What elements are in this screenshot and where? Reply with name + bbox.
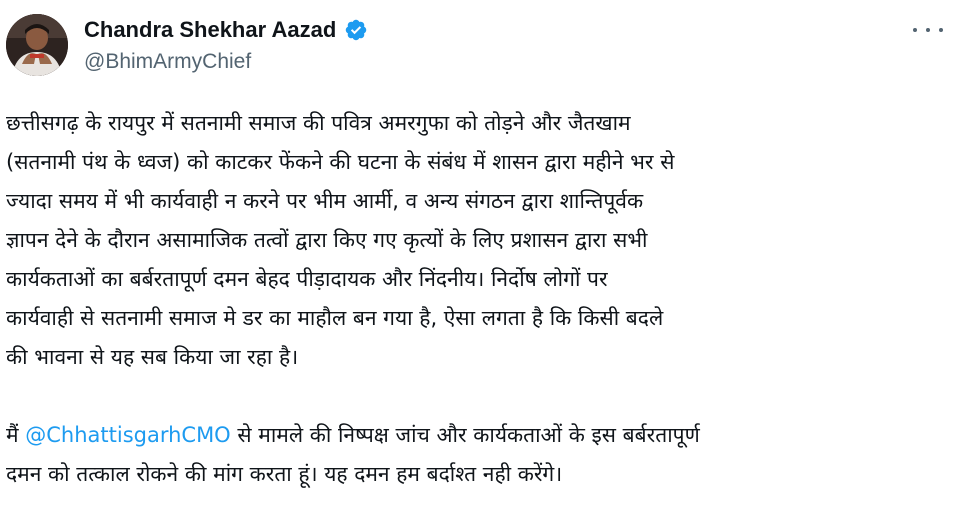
tweet-line: ज्यादा समय में भी कार्यवाही न करने पर भी… (6, 189, 644, 213)
user-handle[interactable]: @BhimArmyChief (84, 50, 368, 74)
display-name[interactable]: Chandra Shekhar Aazad (84, 17, 336, 43)
tweet-paragraph-2: मैं @ChhattisgarhCMO से मामले की निष्पक्… (6, 416, 946, 494)
tweet-line: दमन को तत्काल रोकने की मांग करता हूं। यह… (6, 462, 563, 486)
tweet-paragraph-1: छत्तीसगढ़ के रायपुर में सतनामी समाज की प… (6, 104, 946, 377)
tweet-line: कार्यवाही से सतनामी समाज मे डर का माहौल … (6, 306, 664, 330)
tweet-line: ज्ञापन देने के दौरान असामाजिक तत्वों द्व… (6, 228, 648, 252)
name-row: Chandra Shekhar Aazad (84, 14, 368, 46)
tweet-line: मैं @ChhattisgarhCMO से मामले की निष्पक्… (6, 416, 946, 455)
tweet-line: (सतनामी पंथ के ध्वज) को काटकर फेंकने की … (6, 150, 675, 174)
more-horizontal-icon[interactable] (913, 20, 943, 40)
avatar[interactable] (6, 14, 68, 76)
tweet-line: छत्तीसगढ़ के रायपुर में सतनामी समाज की प… (6, 111, 631, 135)
verified-badge-icon (344, 18, 368, 42)
tweet-text: छत्तीसगढ़ के रायपुर में सतनामी समाज की प… (6, 104, 946, 494)
tweet-header: Chandra Shekhar Aazad @BhimArmyChief (84, 14, 368, 74)
text-suffix: से मामले की निष्पक्ष जांच और कार्यकताओं … (230, 423, 700, 447)
tweet-line: कार्यकताओं का बर्बरतापूर्ण दमन बेहद पीड़… (6, 267, 608, 291)
tweet-line: की भावना से यह सब किया जा रहा है। (6, 345, 299, 369)
mention-link[interactable]: @ChhattisgarhCMO (25, 423, 230, 447)
tweet-card: Chandra Shekhar Aazad @BhimArmyChief छत्… (0, 0, 967, 518)
avatar-image (6, 14, 68, 76)
text-prefix: मैं (6, 423, 26, 447)
